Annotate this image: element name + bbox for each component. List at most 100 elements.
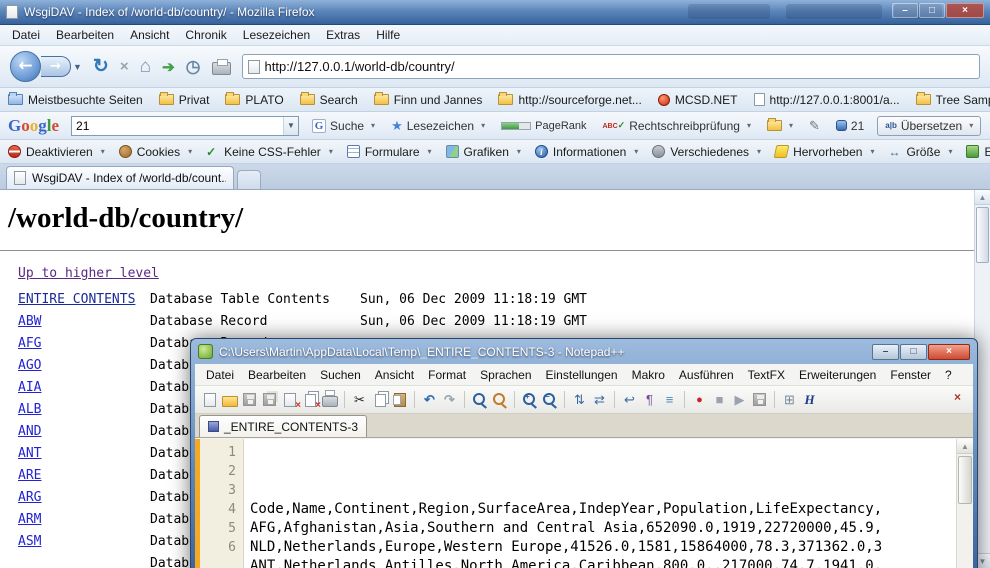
copy-button[interactable] — [371, 392, 388, 408]
notepad-menu-item[interactable]: Datei — [199, 366, 241, 384]
new-tab-button[interactable] — [237, 170, 261, 189]
url-input[interactable] — [265, 59, 974, 74]
save-button[interactable] — [241, 392, 258, 408]
sync-horizontal-button[interactable]: ⇄ — [591, 392, 608, 408]
webdev-menu-button[interactable]: Hervorheben — [775, 145, 874, 159]
cut-button[interactable]: ✂ — [351, 392, 368, 408]
search-dropdown-icon[interactable]: ▼ — [283, 117, 298, 135]
bookmark-item[interactable]: Search — [300, 93, 358, 107]
menu-item[interactable]: Hilfe — [368, 26, 408, 44]
notepad-menu-item[interactable]: ? — [938, 366, 959, 384]
notepad-close-button[interactable]: × — [928, 344, 970, 360]
notepad-titlebar[interactable]: C:\Users\Martin\AppData\Local\Temp\_ENTI… — [191, 339, 977, 364]
scroll-up-icon[interactable]: ▲ — [975, 190, 990, 205]
dir-entry-link[interactable]: AFG — [18, 336, 41, 351]
edit-button[interactable]: ✎ — [806, 116, 823, 136]
webdev-menu-button[interactable]: Verschiedenes — [652, 145, 761, 159]
webdev-menu-button[interactable]: Grafiken — [446, 145, 521, 159]
close-document-icon[interactable]: × — [948, 391, 967, 403]
bookmark-item[interactable]: Tree Samples — [916, 93, 990, 107]
spellcheck-button[interactable]: ABC✓ Rechtschreibprüfung — [600, 117, 754, 135]
webdev-menu-button[interactable]: Formulare — [347, 145, 432, 159]
webdev-menu-button[interactable]: Informationen — [535, 145, 638, 159]
stop-macro-button[interactable]: ■ — [711, 392, 728, 408]
zoom-out-button[interactable] — [541, 392, 558, 408]
print-button[interactable] — [212, 62, 231, 75]
menu-item[interactable]: Extras — [318, 26, 368, 44]
zoom-in-button[interactable] — [521, 392, 538, 408]
save-all-button[interactable] — [261, 392, 278, 408]
find-button[interactable] — [471, 392, 488, 408]
notepad-menu-item[interactable]: Sprachen — [473, 366, 538, 384]
history-dropdown-icon[interactable]: ▼ — [73, 62, 82, 72]
bookmark-item[interactable]: Privat — [159, 93, 210, 107]
notepad-menu-item[interactable]: Ansicht — [368, 366, 421, 384]
notepad-menu-item[interactable]: Suchen — [313, 366, 368, 384]
dir-entry-link[interactable]: ARM — [18, 512, 41, 527]
show-symbols-button[interactable]: ¶ — [641, 392, 658, 408]
google-folder-button[interactable] — [764, 118, 796, 133]
bookmark-item[interactable]: http://sourceforge.net... — [498, 93, 641, 107]
pagerank-indicator[interactable]: PageRank — [498, 118, 589, 134]
save-macro-button[interactable] — [751, 392, 768, 408]
home-button[interactable]: ⌂ — [140, 56, 151, 78]
translate-button[interactable]: a|b Übersetzen — [877, 116, 981, 136]
indent-guide-button[interactable]: ≡ — [661, 392, 678, 408]
notepad-menu-item[interactable]: Erweiterungen — [792, 366, 883, 384]
plugin-grid-button[interactable]: ⊞ — [781, 392, 798, 408]
redo-button[interactable]: ↷ — [441, 392, 458, 408]
notepad-menu-item[interactable]: Fenster — [883, 366, 938, 384]
notepad-menu-item[interactable]: Bearbeiten — [241, 366, 313, 384]
scrollbar-thumb[interactable] — [976, 207, 989, 263]
webdev-menu-button[interactable]: Deaktivieren — [8, 145, 105, 159]
webdev-menu-button[interactable]: Cookies — [119, 145, 192, 159]
editor-scroll-up-icon[interactable]: ▲ — [957, 439, 973, 454]
replace-button[interactable] — [491, 392, 508, 408]
bookmark-item[interactable]: PLATO — [225, 93, 283, 107]
notepad-menu-item[interactable]: Einstellungen — [539, 366, 625, 384]
notepad-menu-item[interactable]: Makro — [625, 366, 672, 384]
dir-entry-link[interactable]: ASM — [18, 534, 41, 549]
close-button[interactable]: × — [946, 3, 984, 18]
up-to-higher-level-link[interactable]: Up to higher level — [18, 266, 159, 282]
print-file-button[interactable] — [321, 392, 338, 408]
notepad-menu-item[interactable]: Ausführen — [672, 366, 741, 384]
dir-entry-link[interactable]: ARE — [18, 468, 41, 483]
webdev-menu-button[interactable]: Größe — [888, 145, 952, 159]
dir-entry-link[interactable]: AGO — [18, 358, 41, 373]
dir-entry-link[interactable]: ANT — [18, 446, 41, 461]
back-button[interactable]: ← — [10, 51, 41, 82]
google-search-input[interactable] — [72, 119, 283, 133]
bookmark-item[interactable]: MCSD.NET — [658, 93, 738, 107]
dir-entry-link[interactable]: ENTIRE CONTENTS — [18, 292, 135, 307]
editor-scrollbar-thumb[interactable] — [958, 456, 972, 504]
bookmark-item[interactable]: Meistbesuchte Seiten — [8, 93, 143, 107]
dir-entry-link[interactable]: ALB — [18, 402, 41, 417]
dir-entry-link[interactable]: AIA — [18, 380, 41, 395]
green-arrow-button[interactable]: ➔ — [162, 58, 175, 76]
notepad-minimize-button[interactable]: – — [872, 344, 899, 360]
open-file-button[interactable] — [221, 392, 238, 408]
record-macro-button[interactable]: ● — [691, 392, 708, 408]
webdev-menu-button[interactable]: Keine CSS-Fehler — [206, 145, 333, 159]
close-all-button[interactable] — [301, 392, 318, 408]
new-file-button[interactable] — [201, 392, 218, 408]
word-wrap-button[interactable]: ↩ — [621, 392, 638, 408]
browser-tab[interactable]: WsgiDAV - Index of /world-db/count... — [6, 166, 234, 189]
google-search-button[interactable]: G Suche — [309, 117, 378, 135]
stop-button[interactable]: × — [120, 58, 129, 75]
html-preview-button[interactable]: H — [801, 392, 818, 408]
close-file-button[interactable] — [281, 392, 298, 408]
minimize-button[interactable]: – — [892, 3, 918, 18]
editor-text[interactable]: Code,Name,Continent,Region,SurfaceArea,I… — [244, 439, 956, 568]
paste-button[interactable] — [391, 392, 408, 408]
notepad-menu-item[interactable]: TextFX — [741, 366, 792, 384]
dir-entry-link[interactable]: AND — [18, 424, 41, 439]
reload-button[interactable]: ↻ — [93, 55, 109, 78]
document-tab[interactable]: _ENTIRE_CONTENTS-3 — [199, 415, 367, 437]
google-bookmarks-button[interactable]: ★ Lesezeichen — [388, 116, 488, 136]
bookmark-item[interactable]: http://127.0.0.1:8001/a... — [754, 93, 900, 107]
history-clock-button[interactable]: ◷ — [186, 57, 201, 77]
notepad-maximize-button[interactable]: □ — [900, 344, 927, 360]
menu-item[interactable]: Ansicht — [122, 26, 177, 44]
